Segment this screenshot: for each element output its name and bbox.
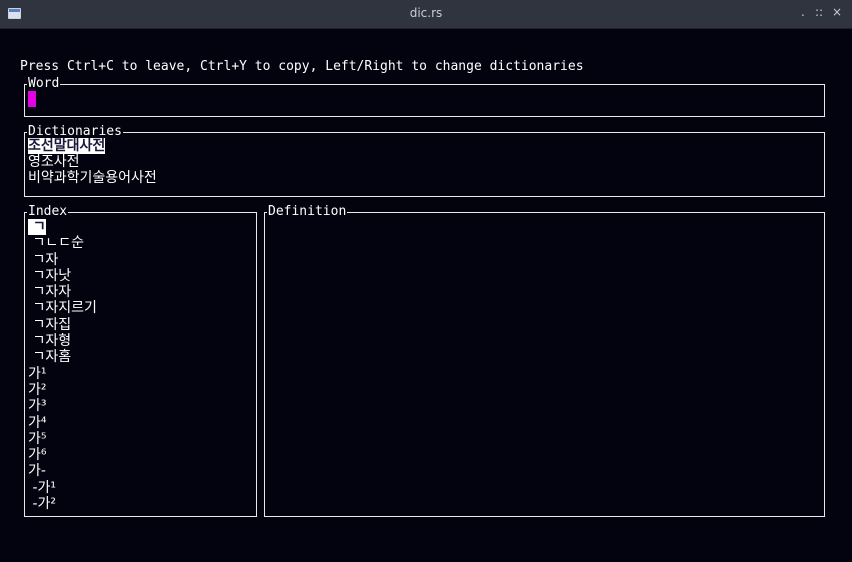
- terminal-window: dic.rs . :: × Press Ctrl+C to leave, Ctr…: [0, 0, 852, 562]
- help-text: Press Ctrl+C to leave, Ctrl+Y to copy, L…: [20, 59, 584, 74]
- index-item[interactable]: ㄱ: [28, 219, 97, 235]
- index-item[interactable]: -가¹: [28, 480, 97, 496]
- dictionary-list: 조선말대사전 영조사전 비약과학기술용어사전: [28, 138, 157, 186]
- word-input-box[interactable]: Word: [24, 76, 825, 117]
- dictionary-item[interactable]: 영조사전: [28, 154, 157, 170]
- index-item[interactable]: 가³: [28, 398, 97, 414]
- index-item[interactable]: ㄱ자낫: [28, 268, 97, 284]
- word-box-title: Word: [27, 76, 61, 92]
- index-item[interactable]: ㄱ자형: [28, 333, 97, 349]
- index-item[interactable]: 가²: [28, 382, 97, 398]
- index-box: Index ㄱ ㄱㄴㄷ순 ㄱ자 ㄱ자낫 ㄱ자자 ㄱ자지르기 ㄱ자집 ㄱ자형 ㄱ자…: [24, 204, 257, 517]
- definition-box: Definition: [264, 204, 825, 517]
- index-item[interactable]: ㄱ자홈: [28, 349, 97, 365]
- index-box-title: Index: [27, 204, 69, 220]
- minimize-button[interactable]: .: [801, 5, 805, 19]
- index-item[interactable]: ㄱ자: [28, 252, 97, 268]
- window-title: dic.rs: [409, 6, 443, 20]
- text-cursor: [28, 91, 36, 107]
- index-item[interactable]: ㄱ자집: [28, 317, 97, 333]
- index-list: ㄱ ㄱㄴㄷ순 ㄱ자 ㄱ자낫 ㄱ자자 ㄱ자지르기 ㄱ자집 ㄱ자형 ㄱ자홈 가¹ 가…: [28, 219, 97, 512]
- close-button[interactable]: ×: [832, 5, 842, 19]
- dictionary-item[interactable]: 조선말대사전: [28, 138, 157, 154]
- index-item[interactable]: 가⁴: [28, 415, 97, 431]
- index-item[interactable]: 가-: [28, 463, 97, 479]
- index-item[interactable]: 가⁶: [28, 447, 97, 463]
- title-bar[interactable]: dic.rs . :: ×: [0, 0, 852, 29]
- index-item[interactable]: ㄱㄴㄷ순: [28, 235, 97, 251]
- maximize-button[interactable]: ::: [815, 5, 823, 19]
- index-item[interactable]: 가⁵: [28, 431, 97, 447]
- dictionary-item[interactable]: 비약과학기술용어사전: [28, 170, 157, 186]
- terminal-area[interactable]: Press Ctrl+C to leave, Ctrl+Y to copy, L…: [0, 29, 852, 562]
- index-item[interactable]: -가²: [28, 496, 97, 512]
- index-item[interactable]: ㄱ자지르기: [28, 300, 96, 316]
- index-item[interactable]: ㄱ자자: [28, 284, 97, 300]
- definition-box-title: Definition: [267, 204, 348, 220]
- index-item[interactable]: 가¹: [28, 366, 97, 382]
- dictionaries-box: Dictionaries 조선말대사전 영조사전 비약과학기술용어사전: [24, 124, 825, 197]
